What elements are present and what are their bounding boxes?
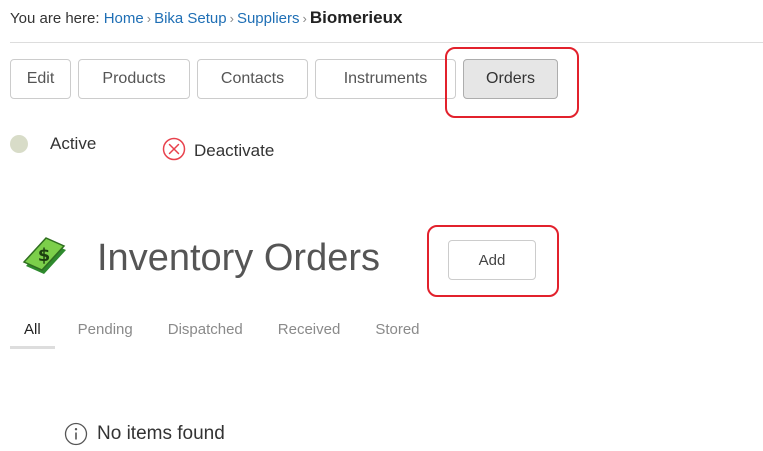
filter-received[interactable]: Received [278,318,341,349]
filter-pending[interactable]: Pending [78,318,133,349]
deactivate-icon [162,137,186,161]
empty-message: No items found [64,422,225,446]
tab-products[interactable]: Products [78,59,190,99]
empty-label: No items found [97,423,225,444]
breadcrumb-separator: › [302,11,307,26]
breadcrumb-suppliers-link[interactable]: Suppliers [237,10,300,27]
breadcrumb-home-link[interactable]: Home [104,10,144,27]
deactivate-label: Deactivate [194,141,275,160]
filter-stored[interactable]: Stored [375,318,419,349]
info-icon [64,422,88,446]
header-divider [10,42,763,43]
svg-text:$: $ [38,245,51,266]
breadcrumb-bika-setup-link[interactable]: Bika Setup [154,10,227,27]
filter-dispatched[interactable]: Dispatched [168,318,243,349]
breadcrumb-separator: › [146,11,152,26]
breadcrumb: You are here: Home › Bika Setup › Suppliers ›… [10,8,402,28]
tab-contacts[interactable]: Contacts [197,59,308,99]
breadcrumb-prefix: You are here: [10,10,100,27]
active-status-dot [10,135,28,153]
orders-tab-highlight [445,47,579,118]
filter-all[interactable]: All [10,318,55,349]
page-title: Inventory Orders [97,237,380,279]
money-icon: $ [18,236,70,281]
review-state: Active [10,134,96,154]
tab-edit[interactable]: Edit [10,59,71,99]
add-button-highlight [427,225,559,297]
breadcrumb-current: Biomerieux [309,8,403,27]
review-state-filters: All Pending Dispatched Received Stored [10,318,455,349]
tab-instruments[interactable]: Instruments [315,59,456,99]
status-label: Active [50,134,97,153]
deactivate-action[interactable]: Deactivate [162,137,274,161]
breadcrumb-separator: › [229,11,234,26]
